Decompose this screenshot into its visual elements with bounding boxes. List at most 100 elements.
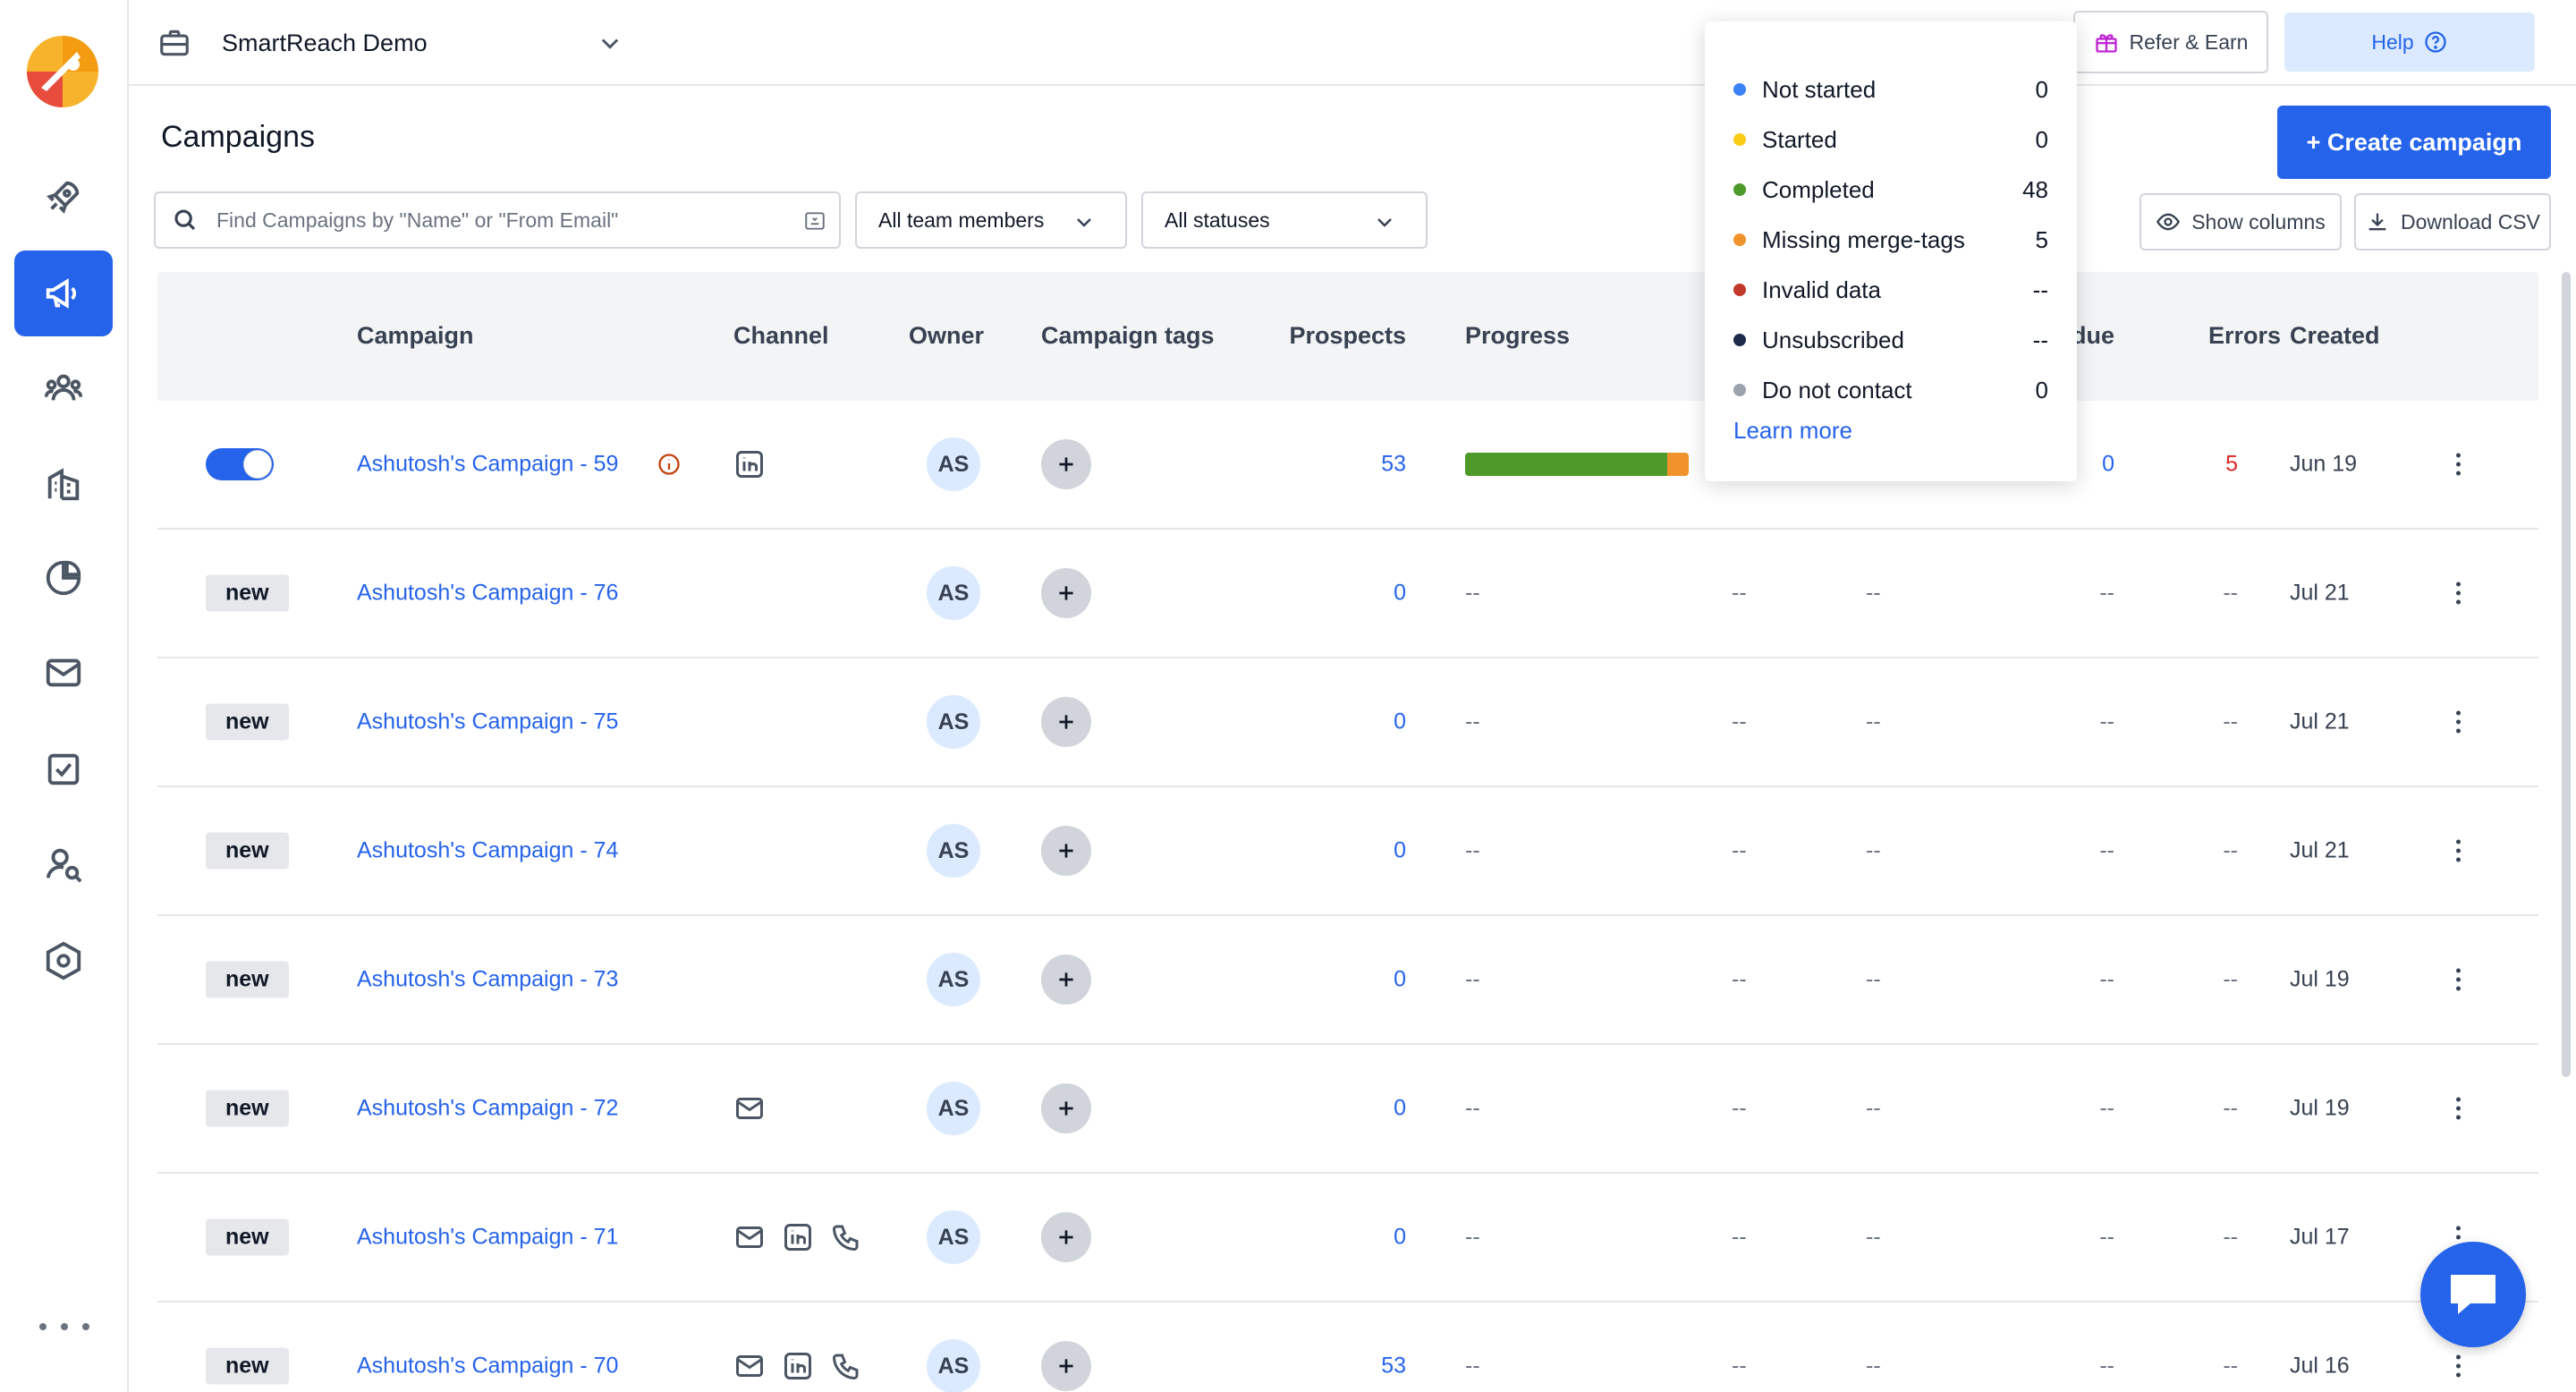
status-dot	[1733, 83, 1746, 96]
status-count: 0	[2035, 376, 2048, 403]
logo[interactable]	[25, 34, 100, 109]
search-box	[154, 191, 841, 249]
table-row[interactable]: new Ashutosh's Campaign - 75 AS 0 -- -- -- -- --…	[157, 658, 2538, 787]
scrollbar[interactable]	[2562, 272, 2571, 1077]
campaign-toggle[interactable]	[206, 448, 274, 480]
add-tag-button[interactable]	[1041, 826, 1091, 876]
avatar: AS	[927, 1210, 980, 1264]
owner-avatar: AS	[927, 953, 980, 1006]
refer-earn-button[interactable]: Refer & Earn	[2073, 11, 2268, 73]
plus-icon	[1059, 586, 1073, 600]
campaign-name-link[interactable]: Ashutosh's Campaign - 70	[357, 1354, 618, 1379]
table-row[interactable]: new Ashutosh's Campaign - 70 AS 53 -- -- -- -- -…	[157, 1303, 2538, 1392]
col-header-campaign[interactable]: Campaign	[357, 322, 474, 350]
prospects-count[interactable]: 0	[1394, 838, 1406, 864]
prospects-count[interactable]: 0	[1394, 1225, 1406, 1251]
progress-legend-item: Started 0	[1733, 122, 2048, 157]
add-tag-button[interactable]	[1041, 1083, 1091, 1133]
owner-avatar: AS	[927, 1210, 980, 1264]
sidebar-item-mail[interactable]	[14, 630, 113, 716]
row-menu-icon[interactable]	[2447, 581, 2469, 605]
search-input[interactable]	[216, 208, 789, 233]
hidden-col-value: --	[1732, 1353, 1747, 1379]
campaign-name-link[interactable]: Ashutosh's Campaign - 72	[357, 1096, 618, 1122]
chat-button[interactable]	[2420, 1242, 2526, 1347]
created-date: Jul 19	[2290, 1095, 2350, 1121]
help-button[interactable]: Help	[2284, 13, 2535, 72]
due-count: --	[2099, 1224, 2114, 1250]
add-tag-button[interactable]	[1041, 1212, 1091, 1262]
hidden-col-value: --	[1866, 966, 1881, 992]
prospects-count[interactable]: 0	[1394, 1096, 1406, 1122]
campaign-name-link[interactable]: Ashutosh's Campaign - 75	[357, 709, 618, 735]
row-menu-icon[interactable]	[2447, 453, 2469, 476]
sidebar-item-users[interactable]	[14, 345, 113, 431]
table-row[interactable]: new Ashutosh's Campaign - 76 AS 0 -- -- -- -- --…	[157, 530, 2538, 658]
prospects-count[interactable]: 0	[1394, 709, 1406, 735]
owner-avatar: AS	[927, 437, 980, 491]
add-tag-button[interactable]	[1041, 697, 1091, 747]
prospects-count[interactable]: 0	[1394, 967, 1406, 993]
table-body: Ashutosh's Campaign - 59 AS 53 0 5 Jun 19 new A…	[157, 401, 2538, 1392]
learn-more-link[interactable]: Learn more	[1733, 417, 1852, 445]
col-header-prospects[interactable]: Prospects	[1289, 322, 1406, 350]
campaign-name-link[interactable]: Ashutosh's Campaign - 76	[357, 581, 618, 607]
due-count: 0	[2102, 451, 2114, 477]
hidden-col-value: --	[1732, 709, 1747, 734]
prospects-count[interactable]: 0	[1394, 581, 1406, 607]
progress-legend-item: Not started 0	[1733, 72, 2048, 107]
avatar: AS	[927, 1082, 980, 1135]
row-menu-icon[interactable]	[2447, 839, 2469, 862]
show-columns-button[interactable]: Show columns	[2140, 193, 2342, 250]
sidebar-item-megaphone[interactable]	[14, 250, 113, 336]
table-row[interactable]: new Ashutosh's Campaign - 74 AS 0 -- -- -- -- --…	[157, 787, 2538, 916]
avatar: AS	[927, 695, 980, 749]
table-row[interactable]: new Ashutosh's Campaign - 73 AS 0 -- -- -- -- --…	[157, 916, 2538, 1045]
row-menu-icon[interactable]	[2447, 1354, 2469, 1378]
more-icon[interactable]	[39, 1313, 89, 1340]
progress-bar[interactable]	[1465, 453, 1689, 476]
user-search-icon	[46, 848, 82, 883]
create-campaign-button[interactable]: + Create campaign	[2277, 106, 2551, 179]
campaign-name-link[interactable]: Ashutosh's Campaign - 73	[357, 967, 618, 993]
download-csv-button[interactable]: Download CSV	[2354, 193, 2551, 250]
sidebar-item-rocket[interactable]	[14, 154, 113, 240]
status-filter-select[interactable]: All statuses	[1141, 191, 1428, 249]
sidebar-item-settings-hex[interactable]	[14, 918, 113, 1004]
add-tag-button[interactable]	[1041, 439, 1091, 489]
add-tag-button[interactable]	[1041, 568, 1091, 618]
row-menu-icon[interactable]	[2447, 1097, 2469, 1120]
workspace-selector[interactable]: SmartReach Demo	[157, 16, 623, 70]
row-menu-icon[interactable]	[2447, 710, 2469, 734]
progress-value: --	[1465, 966, 1480, 992]
campaign-name-link[interactable]: Ashutosh's Campaign - 59	[357, 452, 618, 478]
status-count: 0	[2035, 75, 2048, 103]
col-header-created[interactable]: Created	[2290, 322, 2380, 350]
info-warning-icon[interactable]	[657, 452, 682, 477]
sidebar-item-task[interactable]	[14, 726, 113, 812]
progress-value: --	[1465, 709, 1480, 734]
add-tag-button[interactable]	[1041, 1341, 1091, 1391]
table-row[interactable]: new Ashutosh's Campaign - 72 AS 0 -- -- -- -- --…	[157, 1045, 2538, 1174]
status-filter-value: All statuses	[1165, 208, 1270, 232]
plus-icon	[1059, 1359, 1073, 1373]
row-menu-icon[interactable]	[2447, 968, 2469, 991]
campaign-name-link[interactable]: Ashutosh's Campaign - 74	[357, 838, 618, 864]
sidebar-item-pie-chart[interactable]	[14, 535, 113, 621]
sidebar-item-building[interactable]	[14, 440, 113, 526]
hidden-col-value: --	[1866, 709, 1881, 734]
errors-count: --	[2223, 966, 2238, 992]
campaign-name-link[interactable]: Ashutosh's Campaign - 71	[357, 1225, 618, 1251]
errors-count: --	[2223, 837, 2238, 863]
hidden-col-value: --	[1866, 1224, 1881, 1250]
table-row[interactable]: new Ashutosh's Campaign - 71 AS 0 -- -- -- -- --…	[157, 1174, 2538, 1303]
status-dot	[1733, 384, 1746, 396]
add-tag-button[interactable]	[1041, 955, 1091, 1005]
prospects-count[interactable]: 53	[1381, 452, 1406, 478]
table-row[interactable]: Ashutosh's Campaign - 59 AS 53 0 5 Jun 19	[157, 401, 2538, 530]
sidebar-item-user-search[interactable]	[14, 821, 113, 907]
prospects-count[interactable]: 53	[1381, 1354, 1406, 1379]
chevron-down-icon	[1073, 211, 1095, 233]
team-filter-select[interactable]: All team members	[855, 191, 1127, 249]
status-badge: new	[206, 1347, 289, 1385]
